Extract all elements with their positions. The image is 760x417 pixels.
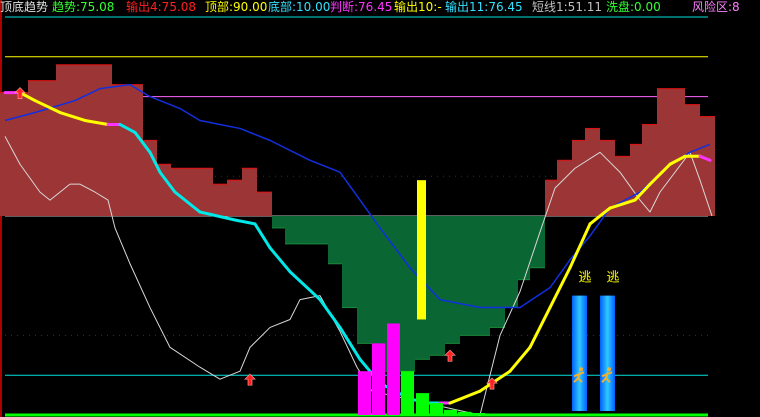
area-step-red <box>0 92 28 216</box>
area-step-green <box>300 216 328 244</box>
trend-line-segment <box>253 222 272 250</box>
histogram-bar <box>444 409 457 415</box>
washout-value: 洗盘:0.00 <box>606 0 661 14</box>
buy-arrow-icon <box>244 373 256 386</box>
histogram-bar <box>472 413 485 415</box>
area-step-green <box>328 216 342 264</box>
escape-bar <box>572 295 587 412</box>
area-step-green <box>272 216 285 228</box>
area-step-red <box>630 144 642 216</box>
indicator-chart: 逃逃 <box>0 0 715 417</box>
top-value: 顶部:90.00 <box>205 0 268 14</box>
area-step-red <box>257 192 272 216</box>
trend-line-segment <box>318 298 342 329</box>
area-step-green <box>505 216 518 308</box>
area-step-red <box>657 88 685 216</box>
area-step-green <box>285 216 300 244</box>
area-step-green <box>518 216 530 280</box>
area-step-red <box>572 140 585 216</box>
area-step-red <box>112 84 143 216</box>
risk-zone-value: 风险区:8 <box>692 0 740 14</box>
area-step-red <box>227 180 242 216</box>
bottom-value: 底部:10.00 <box>268 0 331 14</box>
trend-line-segment <box>288 270 322 302</box>
trend-line-segment <box>568 222 592 270</box>
histogram-bar <box>401 371 414 415</box>
trend-line-segment <box>268 246 292 274</box>
histogram-bar <box>430 403 443 415</box>
runner-head <box>607 367 611 372</box>
histogram-bar <box>358 371 371 415</box>
trend-line-segment <box>233 218 257 226</box>
buy-arrow-icon <box>444 349 456 362</box>
short-line-value: 短线1:51.11 <box>532 0 603 14</box>
histogram-bar <box>458 411 471 415</box>
area-step-red <box>213 184 227 216</box>
area-step-green <box>490 216 505 328</box>
area-step-red <box>585 128 600 216</box>
area-step-red <box>28 80 56 217</box>
histogram-bar <box>416 393 429 415</box>
escape-signal-label: 逃 <box>578 271 591 286</box>
trend-line-segment <box>508 345 532 373</box>
indicator-title: 顶底趋势 <box>0 0 49 14</box>
area-step-green <box>430 216 445 356</box>
output4-value: 输出4:75.08 <box>126 0 197 14</box>
top-marker-bar <box>417 180 426 320</box>
area-step-green <box>460 216 490 336</box>
indicator-header: 顶底趋势 趋势:75.08 输出4:75.08 顶部:90.00 底部:10.0… <box>0 0 760 16</box>
output11-value: 输出11:76.45 <box>445 0 523 14</box>
histogram-bar <box>372 343 385 415</box>
area-step-red <box>557 160 572 216</box>
area-step-red <box>242 168 257 216</box>
area-step-red <box>600 140 615 216</box>
runner-head <box>579 367 583 372</box>
output10-value: 输出10:- <box>394 0 442 14</box>
area-step-green <box>445 216 460 344</box>
judge-value: 判断:76.45 <box>330 0 393 14</box>
area-step-green <box>357 216 372 344</box>
histogram-bar <box>387 323 400 415</box>
trend-line-segment <box>448 389 482 405</box>
escape-bar <box>600 295 615 412</box>
trend-line-segment <box>528 306 552 349</box>
area-step-green <box>342 216 357 308</box>
escape-signal-label: 逃 <box>606 271 619 286</box>
trend-value: 趋势:75.08 <box>52 0 115 14</box>
